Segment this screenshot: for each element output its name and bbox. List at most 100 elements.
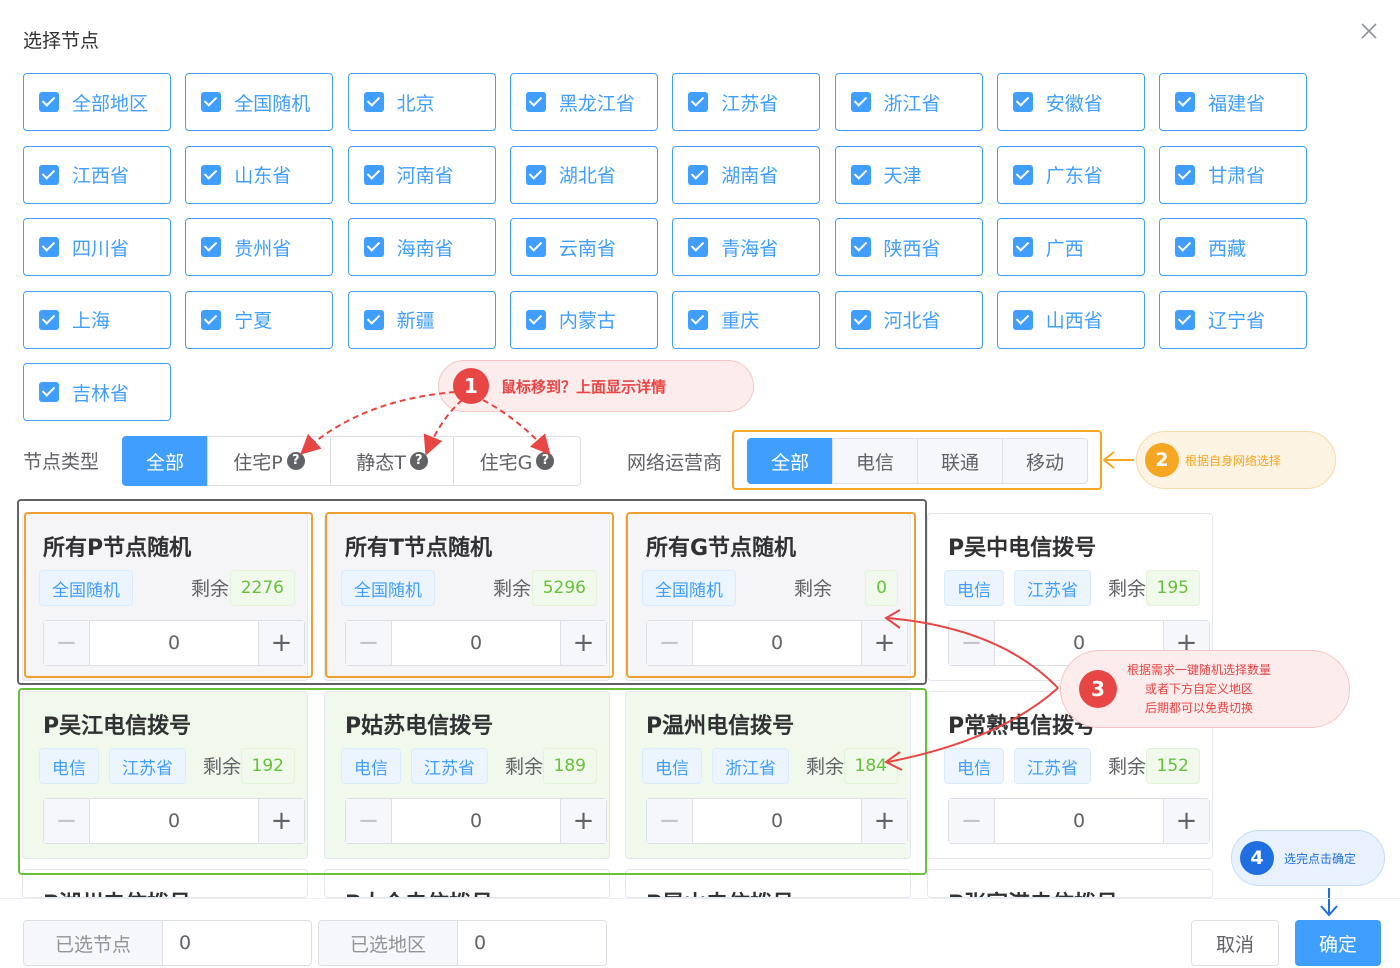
region-checkbox[interactable]: 河南省 xyxy=(347,145,496,204)
question-icon[interactable]: ? xyxy=(536,452,555,470)
region-checkbox[interactable]: 重庆 xyxy=(672,290,821,349)
region-label: 山西省 xyxy=(1045,310,1103,332)
region-checkbox[interactable]: 吉林省 xyxy=(23,363,171,421)
increment-button[interactable]: + xyxy=(1163,799,1209,843)
region-checkbox[interactable]: 全部地区 xyxy=(23,73,171,131)
checkbox-checked-icon[interactable] xyxy=(39,237,59,257)
region-checkbox[interactable]: 辽宁省 xyxy=(1159,290,1308,349)
checkbox-checked-icon[interactable] xyxy=(1012,92,1033,112)
isp-unicom[interactable]: 联通 xyxy=(917,438,1003,484)
checkbox-checked-icon[interactable] xyxy=(1175,92,1196,112)
region-checkbox[interactable]: 四川省 xyxy=(23,218,171,276)
node-card: P张家港电信拨号 xyxy=(927,869,1213,898)
checkbox-checked-icon[interactable] xyxy=(201,164,222,185)
checkbox-checked-icon[interactable] xyxy=(525,309,546,330)
checkbox-checked-icon[interactable] xyxy=(39,164,59,185)
annotation-badge-4: 4 xyxy=(1240,841,1274,875)
region-checkbox[interactable]: 甘肃省 xyxy=(1159,145,1308,204)
checkbox-checked-icon[interactable] xyxy=(1175,237,1196,257)
checkbox-checked-icon[interactable] xyxy=(1012,237,1033,257)
decrement-button[interactable]: − xyxy=(949,621,995,665)
region-checkbox[interactable]: 海南省 xyxy=(347,218,496,276)
region-checkbox[interactable]: 上海 xyxy=(23,290,171,349)
regional-nodes-group xyxy=(18,688,927,875)
node-type-static-t[interactable]: 静态T ? xyxy=(330,436,454,486)
checkbox-checked-icon[interactable] xyxy=(850,92,871,112)
region-checkbox[interactable]: 广东省 xyxy=(996,145,1145,204)
remain-label: 剩余 xyxy=(1108,578,1147,600)
close-icon[interactable] xyxy=(1358,20,1380,42)
decrement-button[interactable]: − xyxy=(949,799,995,843)
region-checkbox[interactable]: 宁夏 xyxy=(185,290,334,349)
node-card-title: P湖州电信拨号 xyxy=(43,886,191,897)
region-label: 吉林省 xyxy=(72,382,130,405)
checkbox-checked-icon[interactable] xyxy=(525,92,546,112)
checkbox-checked-icon[interactable] xyxy=(850,237,871,257)
region-checkbox[interactable]: 陕西省 xyxy=(834,218,983,276)
region-checkbox[interactable]: 江苏省 xyxy=(672,73,821,131)
region-checkbox[interactable]: 黑龙江省 xyxy=(509,73,658,131)
remain-count: 195 xyxy=(1145,570,1200,606)
region-checkbox[interactable]: 云南省 xyxy=(509,218,658,276)
node-type-residential-g[interactable]: 住宅G ? xyxy=(453,436,581,486)
checkbox-checked-icon[interactable] xyxy=(525,237,546,257)
selected-nodes-field[interactable]: 0 xyxy=(162,920,312,966)
checkbox-checked-icon[interactable] xyxy=(688,309,709,330)
checkbox-checked-icon[interactable] xyxy=(1175,164,1196,185)
annotation-2: 2 根据自身网络选择 xyxy=(1136,431,1336,489)
checkbox-checked-icon[interactable] xyxy=(201,92,222,112)
checkbox-checked-icon[interactable] xyxy=(39,309,59,330)
region-checkbox[interactable]: 青海省 xyxy=(672,218,821,276)
region-label: 江苏省 xyxy=(721,92,779,115)
region-checkbox[interactable]: 北京 xyxy=(347,73,496,131)
checkbox-checked-icon[interactable] xyxy=(1012,164,1033,185)
checkbox-checked-icon[interactable] xyxy=(850,164,871,185)
node-type-all[interactable]: 全部 xyxy=(122,436,208,486)
checkbox-checked-icon[interactable] xyxy=(201,237,222,257)
checkbox-checked-icon[interactable] xyxy=(1175,309,1196,330)
region-checkbox[interactable]: 广西 xyxy=(996,218,1145,276)
region-checkbox[interactable]: 湖南省 xyxy=(672,145,821,204)
checkbox-checked-icon[interactable] xyxy=(39,92,59,112)
node-type-residential-p-label: 住宅P xyxy=(233,451,283,474)
region-checkbox[interactable]: 山东省 xyxy=(185,145,334,204)
question-icon[interactable]: ? xyxy=(409,452,428,470)
checkbox-checked-icon[interactable] xyxy=(39,382,59,402)
checkbox-checked-icon[interactable] xyxy=(688,92,709,112)
region-checkbox[interactable]: 山西省 xyxy=(996,290,1145,349)
selected-regions-field[interactable]: 0 xyxy=(457,920,607,966)
cancel-button[interactable]: 取消 xyxy=(1191,920,1279,966)
region-checkbox[interactable]: 江西省 xyxy=(23,145,171,204)
question-icon[interactable]: ? xyxy=(286,452,305,470)
checkbox-checked-icon[interactable] xyxy=(688,164,709,185)
region-checkbox[interactable]: 西藏 xyxy=(1159,218,1308,276)
region-checkbox[interactable]: 安徽省 xyxy=(996,73,1145,131)
isp-all[interactable]: 全部 xyxy=(747,438,833,484)
checkbox-checked-icon[interactable] xyxy=(525,164,546,185)
region-checkbox[interactable]: 浙江省 xyxy=(834,73,983,131)
region-checkbox[interactable]: 天津 xyxy=(834,145,983,204)
checkbox-checked-icon[interactable] xyxy=(850,309,871,330)
region-checkbox[interactable]: 福建省 xyxy=(1159,73,1308,131)
isp-mobile[interactable]: 移动 xyxy=(1002,438,1088,484)
region-checkbox[interactable]: 河北省 xyxy=(834,290,983,349)
region-checkbox[interactable]: 全国随机 xyxy=(185,73,334,131)
node-type-residential-p[interactable]: 住宅P ? xyxy=(207,436,331,486)
isp-telecom[interactable]: 电信 xyxy=(832,438,918,484)
checkbox-checked-icon[interactable] xyxy=(201,309,222,330)
checkbox-checked-icon[interactable] xyxy=(688,237,709,257)
region-label: 北京 xyxy=(396,92,435,115)
region-checkbox[interactable]: 贵州省 xyxy=(185,218,334,276)
checkbox-checked-icon[interactable] xyxy=(363,309,384,330)
region-checkbox[interactable]: 湖北省 xyxy=(509,145,658,204)
region-checkbox[interactable]: 内蒙古 xyxy=(509,290,658,349)
region-checkbox[interactable]: 新疆 xyxy=(347,290,496,349)
node-tag: 电信 xyxy=(944,570,1004,606)
confirm-button[interactable]: 确定 xyxy=(1295,920,1381,966)
quantity-stepper[interactable]: −0 + xyxy=(948,798,1210,844)
quantity-value[interactable]: 0 xyxy=(996,799,1162,843)
checkbox-checked-icon[interactable] xyxy=(1012,309,1033,330)
checkbox-checked-icon[interactable] xyxy=(363,237,384,257)
checkbox-checked-icon[interactable] xyxy=(363,92,384,112)
checkbox-checked-icon[interactable] xyxy=(363,164,384,185)
